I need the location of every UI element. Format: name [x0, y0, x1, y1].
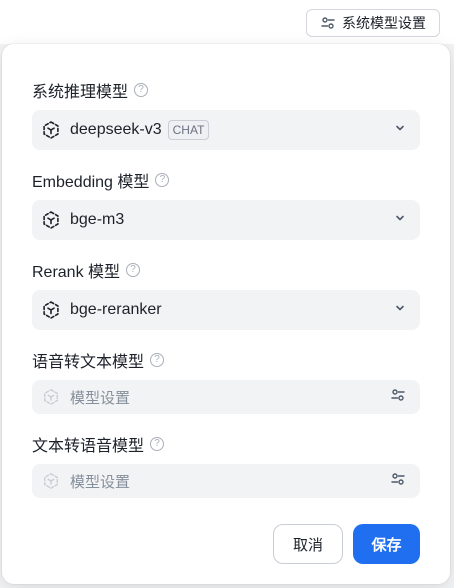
- label-text: 系统推理模型: [32, 84, 129, 101]
- label-speech-to-text-model: 语音转文本模型 ?: [32, 350, 165, 371]
- model-logo-icon: [40, 299, 62, 321]
- system-model-settings-button[interactable]: 系统模型设置: [306, 9, 440, 37]
- settings-sliders-icon: [320, 15, 336, 31]
- help-icon[interactable]: ?: [150, 437, 165, 451]
- label-embedding-model: Embedding 模型 ?: [32, 170, 170, 191]
- chevron-down-icon: [394, 301, 406, 319]
- system-model-settings-label: 系统模型设置: [342, 15, 426, 31]
- rerank-model-select[interactable]: bge-reranker: [32, 290, 420, 330]
- label-text-to-speech-model: 文本转语音模型 ?: [32, 434, 165, 455]
- reasoning-model-select[interactable]: deepseek-v3 CHAT: [32, 110, 420, 150]
- text-to-speech-model-select[interactable]: 模型设置: [32, 464, 420, 498]
- label-reasoning-model: 系统推理模型 ?: [32, 80, 149, 101]
- settings-sliders-icon[interactable]: [390, 471, 406, 492]
- settings-sliders-icon[interactable]: [390, 387, 406, 408]
- help-icon[interactable]: ?: [126, 263, 141, 277]
- label-text: Rerank 模型: [32, 264, 121, 281]
- model-settings-panel: 系统推理模型 ? deepseek-v3 CHAT Embedding 模型 ?…: [2, 44, 450, 584]
- label-text: 文本转语音模型: [32, 438, 145, 455]
- help-icon[interactable]: ?: [150, 353, 165, 367]
- placeholder-text: 模型设置: [70, 389, 131, 407]
- help-icon[interactable]: ?: [155, 173, 170, 187]
- top-bar: 系统模型设置: [0, 0, 454, 44]
- embedding-model-select[interactable]: bge-m3: [32, 200, 420, 240]
- speech-to-text-model-select[interactable]: 模型设置: [32, 380, 420, 414]
- model-placeholder-icon: [40, 470, 62, 492]
- selected-model: deepseek-v3: [70, 121, 162, 138]
- model-logo-icon: [40, 209, 62, 231]
- model-logo-icon: [40, 119, 62, 141]
- cancel-button[interactable]: 取消: [273, 524, 343, 564]
- selected-model: bge-m3: [70, 211, 125, 228]
- model-type-tag: CHAT: [167, 120, 210, 140]
- chevron-down-icon: [394, 211, 406, 229]
- help-icon[interactable]: ?: [134, 83, 149, 97]
- placeholder-text: 模型设置: [70, 473, 131, 491]
- save-button[interactable]: 保存: [353, 524, 420, 564]
- selected-model: bge-reranker: [70, 301, 162, 318]
- label-text: 语音转文本模型: [32, 354, 145, 371]
- label-text: Embedding 模型: [32, 174, 150, 191]
- chevron-down-icon: [394, 121, 406, 139]
- model-placeholder-icon: [40, 386, 62, 408]
- label-rerank-model: Rerank 模型 ?: [32, 260, 141, 281]
